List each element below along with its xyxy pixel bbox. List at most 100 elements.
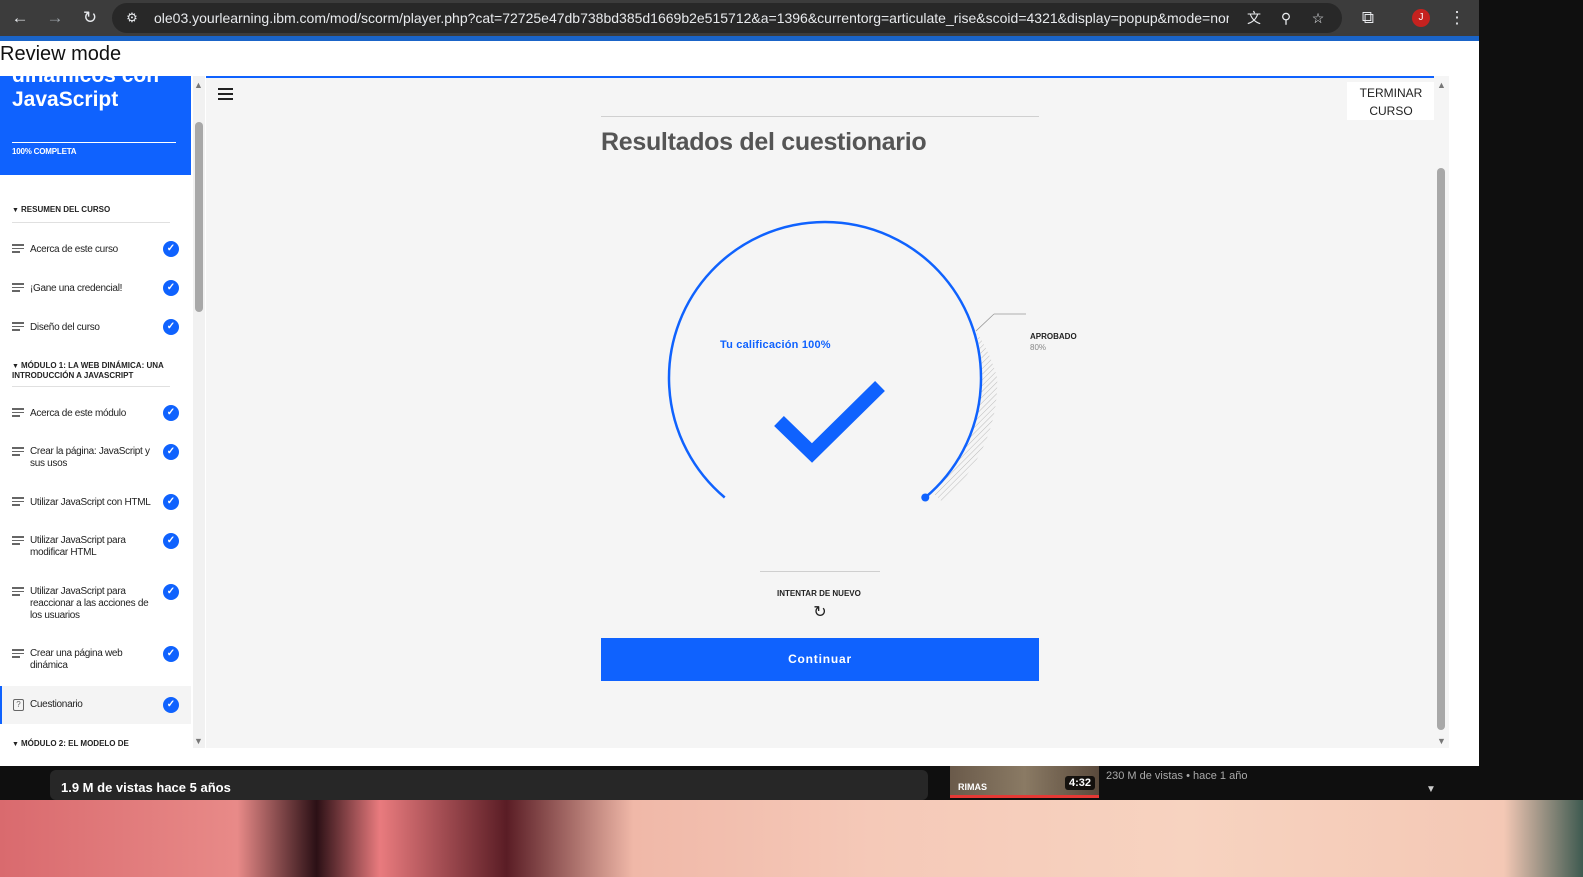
check-icon: ✓: [163, 646, 179, 662]
caret-down-icon: ▼: [12, 207, 19, 214]
passing-zone: [931, 331, 998, 502]
check-icon: ✓: [163, 584, 179, 600]
address-bar[interactable]: ⚙ ole03.yourlearning.ibm.com/mod/scorm/p…: [112, 3, 1342, 33]
score-gauge: [667, 220, 1026, 502]
check-icon: ✓: [163, 280, 179, 296]
lesson-icon: [12, 283, 24, 294]
background-video-thumbnail[interactable]: RIMAS 4:32: [950, 766, 1099, 798]
menu-icon[interactable]: [218, 88, 233, 103]
section-header-modulo-1[interactable]: ▼ MÓDULO 1: LA WEB DINÁMICA: UNA INTRODUC…: [12, 361, 172, 380]
avatar[interactable]: J: [1412, 9, 1430, 27]
check-icon: ✓: [163, 319, 179, 335]
sidebar-item-label: ¡Gane una credencial!: [30, 283, 123, 294]
url-text[interactable]: ole03.yourlearning.ibm.com/mod/scorm/pla…: [154, 10, 1229, 26]
section-header-resumen[interactable]: ▼ RESUMEN DEL CURSO: [12, 205, 172, 215]
background-video-views: 1.9 M de vistas hace 5 años: [61, 780, 231, 795]
passing-value: 80%: [1030, 343, 1047, 352]
sidebar-item-label: Cuestionario: [30, 699, 83, 710]
check-icon: ✓: [163, 444, 179, 460]
browser-window: ← → ↻ ⚙ ole03.yourlearning.ibm.com/mod/s…: [0, 0, 1479, 766]
quiz-icon: ?: [13, 699, 24, 711]
sidebar-item-credencial[interactable]: ¡Gane una credencial! ✓: [0, 279, 191, 299]
lesson-icon: [12, 408, 24, 419]
reload-icon[interactable]: ↻: [80, 8, 100, 28]
sidebar-item-label: Crear una página web dinámica: [30, 648, 123, 671]
section-divider: [12, 222, 170, 223]
forward-icon[interactable]: →: [45, 8, 65, 28]
sidebar-item-label: Diseño del curso: [30, 322, 100, 333]
site-info-icon[interactable]: ⚙: [123, 9, 141, 27]
lesson-icon: [12, 244, 24, 255]
caret-down-icon: ▼: [12, 363, 19, 370]
sidebar-scrollbar[interactable]: [193, 76, 205, 748]
window-bottom-edge: [0, 748, 1479, 766]
continue-button[interactable]: Continuar: [601, 638, 1039, 681]
caret-down-icon: ▼: [12, 741, 19, 748]
background-artwork: [0, 800, 1583, 877]
page-title: Resultados del cuestionario: [601, 128, 927, 156]
retry-divider: [760, 571, 880, 572]
sidebar-item-label: Crear la página: JavaScript y sus usos: [30, 446, 150, 469]
lesson-icon: [12, 587, 24, 598]
lesson-icon: [12, 497, 24, 508]
lesson-icon: [12, 322, 24, 333]
window-accent-bar: [0, 36, 1479, 41]
check-icon: ✓: [163, 697, 179, 713]
scroll-up-icon[interactable]: ▲: [194, 80, 203, 90]
check-icon: ✓: [163, 241, 179, 257]
thumbnail-duration: 4:32: [1064, 776, 1095, 790]
sidebar-item-js-html[interactable]: Utilizar JavaScript con HTML ✓: [0, 493, 191, 513]
score-arc: [667, 220, 983, 499]
sidebar-item-cuestionario[interactable]: ? Cuestionario ✓: [0, 686, 191, 724]
browser-toolbar: ← → ↻ ⚙ ole03.yourlearning.ibm.com/mod/s…: [0, 0, 1479, 36]
sidebar-item-label: Acerca de este módulo: [30, 408, 126, 419]
course-progress: 100% COMPLETA: [12, 147, 77, 156]
background-thumbnail-views: 230 M de vistas • hace 1 año: [1106, 770, 1248, 782]
score-marker: [921, 493, 930, 502]
sidebar-item-pagina-dinamica[interactable]: Crear una página web dinámica ✓: [0, 645, 191, 675]
back-icon[interactable]: ←: [10, 8, 30, 28]
extensions-icon[interactable]: ⧉: [1358, 8, 1378, 28]
zoom-icon[interactable]: ⚲: [1277, 9, 1295, 27]
sidebar-item-acerca-curso[interactable]: Acerca de este curso ✓: [0, 240, 191, 260]
scroll-down-icon[interactable]: ▼: [1437, 736, 1446, 746]
check-icon: ✓: [163, 494, 179, 510]
sidebar-item-label: Utilizar JavaScript con HTML: [30, 497, 151, 508]
retry-icon[interactable]: ↻: [811, 602, 829, 622]
passing-label: APROBADO: [1030, 332, 1077, 341]
background-page-right: [1479, 0, 1583, 766]
retry-label[interactable]: INTENTAR DE NUEVO: [777, 589, 861, 598]
scroll-up-icon[interactable]: ▲: [1437, 80, 1446, 90]
more-icon[interactable]: ⋮: [1447, 8, 1467, 28]
sidebar-item-crear-pagina[interactable]: Crear la página: JavaScript y sus usos ✓: [0, 443, 191, 473]
quiz-results-panel: TERMINAR CURSO Resultados del cuestionar…: [206, 76, 1449, 748]
section-divider: [12, 386, 170, 387]
check-icon: ✓: [163, 405, 179, 421]
title-divider: [601, 116, 1039, 117]
background-video-info[interactable]: 1.9 M de vistas hace 5 años: [50, 770, 928, 800]
lesson-icon: [12, 649, 24, 660]
sidebar-item-js-reaccionar[interactable]: Utilizar JavaScript para reaccionar a la…: [0, 583, 191, 625]
sidebar-item-label: Utilizar JavaScript para modificar HTML: [30, 535, 126, 558]
scrollbar-thumb[interactable]: [1437, 168, 1445, 730]
course-header: dinámicos con JavaScript 100% COMPLETA: [0, 76, 191, 175]
score-label: Tu calificación 100%: [720, 339, 831, 351]
star-icon[interactable]: ☆: [1309, 9, 1327, 27]
sidebar-item-js-modificar[interactable]: Utilizar JavaScript para modificar HTML …: [0, 532, 191, 562]
lesson-icon: [12, 536, 24, 547]
scrollbar-thumb[interactable]: [195, 122, 203, 312]
chevron-down-icon[interactable]: ▼: [1426, 784, 1436, 795]
translate-icon[interactable]: 文: [1245, 9, 1263, 27]
section-header-modulo-2[interactable]: ▼ MÓDULO 2: EL MODELO DE: [12, 739, 172, 748]
checkmark-icon: [774, 381, 885, 463]
scroll-down-icon[interactable]: ▼: [194, 736, 203, 746]
passing-leader-line: [975, 313, 995, 332]
thumbnail-tag: RIMAS: [958, 782, 987, 792]
sidebar-item-label: Utilizar JavaScript para reaccionar a la…: [30, 586, 149, 621]
content-scrollbar[interactable]: [1434, 76, 1449, 748]
sidebar-item-diseno[interactable]: Diseño del curso ✓: [0, 318, 191, 338]
check-icon: ✓: [163, 533, 179, 549]
sidebar-item-acerca-modulo[interactable]: Acerca de este módulo ✓: [0, 404, 191, 424]
finish-course-button[interactable]: TERMINAR CURSO: [1347, 82, 1435, 120]
lesson-icon: [12, 447, 24, 458]
